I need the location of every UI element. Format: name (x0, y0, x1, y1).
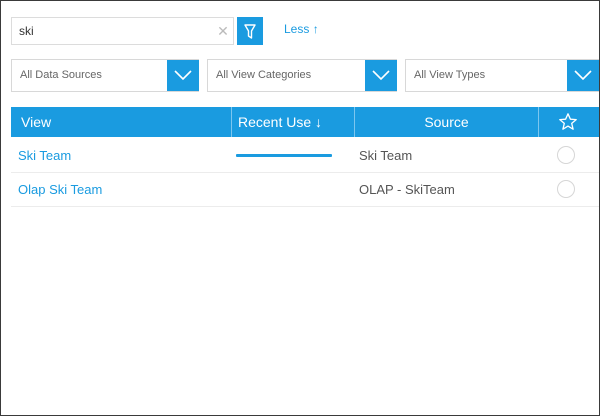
recent-use-column-header[interactable]: Recent Use ↓ (238, 107, 322, 137)
chevron-down-icon[interactable] (567, 60, 599, 91)
less-link[interactable]: Less ↑ (284, 22, 319, 36)
source-column-header[interactable]: Source (355, 107, 538, 137)
filter-icon (244, 24, 256, 39)
arrow-up-icon: ↑ (312, 22, 319, 36)
chevron-down-icon[interactable] (167, 60, 199, 91)
view-column-header[interactable]: View (21, 107, 51, 137)
star-outline-icon (559, 113, 577, 130)
favourite-toggle[interactable] (557, 146, 575, 164)
view-name-link[interactable]: Olap Ski Team (18, 173, 102, 206)
chevron-down-icon[interactable] (365, 60, 397, 91)
data-source-select[interactable]: All Data Sources (11, 59, 199, 92)
grid-header: View Recent Use ↓ Source (11, 107, 599, 137)
source-cell: Ski Team (359, 148, 413, 163)
filter-button[interactable] (237, 17, 263, 45)
view-type-select[interactable]: All View Types (405, 59, 599, 92)
column-divider (231, 107, 232, 137)
view-name-link[interactable]: Ski Team (18, 139, 71, 172)
recent-use-bar (236, 154, 332, 157)
source-cell: OLAP - SkiTeam (359, 182, 455, 197)
favourite-toggle[interactable] (557, 180, 575, 198)
favourite-column-header[interactable] (539, 107, 599, 137)
search-input[interactable] (12, 18, 208, 44)
table-row[interactable]: Olap Ski Team OLAP - SkiTeam (11, 173, 599, 207)
table-row[interactable]: Ski Team Ski Team (11, 139, 599, 173)
sort-descending-icon: ↓ (315, 114, 323, 130)
app-frame: ✕ Less ↑ All Data Sources All View Categ… (0, 0, 600, 416)
close-icon[interactable]: ✕ (215, 22, 231, 40)
view-type-select-value: All View Types (414, 69, 486, 81)
less-link-label: Less (284, 22, 310, 36)
view-category-select-value: All View Categories (216, 69, 312, 81)
search-box: ✕ (11, 17, 234, 45)
data-source-select-value: All Data Sources (20, 69, 102, 81)
view-category-select[interactable]: All View Categories (207, 59, 397, 92)
recent-use-header-label: Recent Use (238, 114, 312, 130)
